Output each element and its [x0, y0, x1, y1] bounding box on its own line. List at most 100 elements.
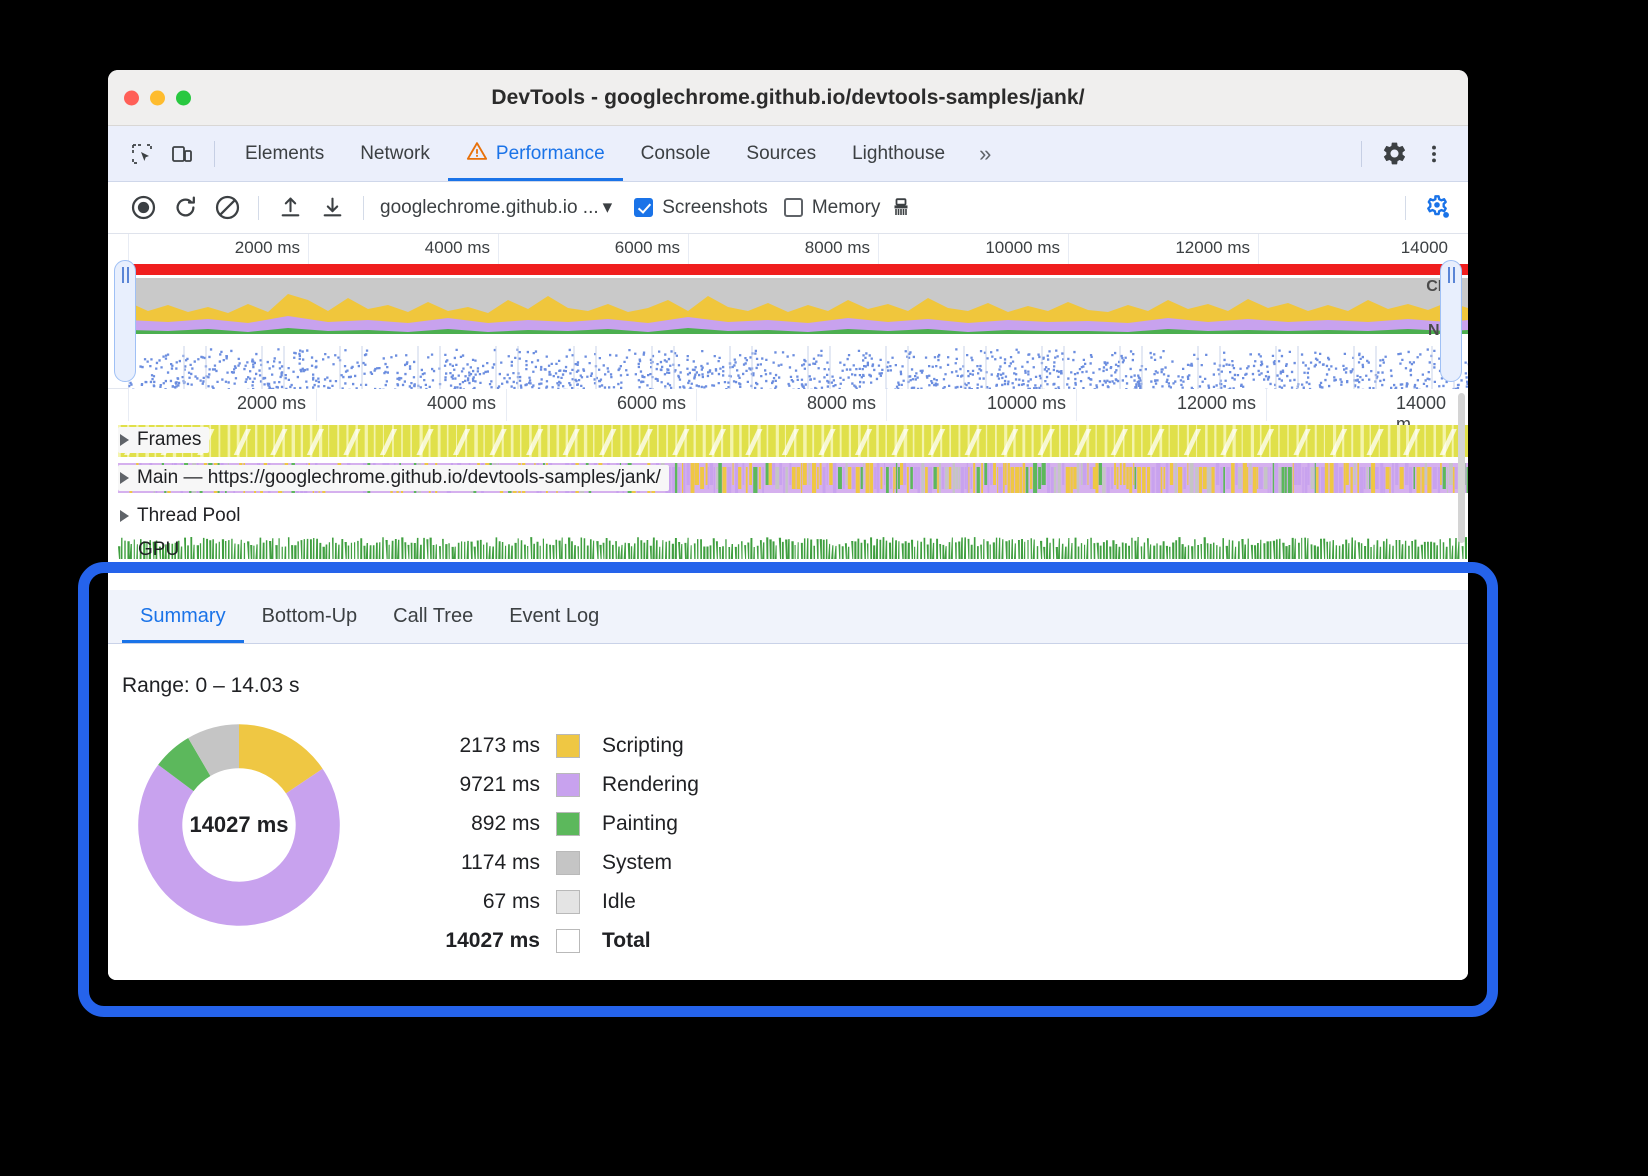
- capture-settings-gear-icon[interactable]: [1416, 190, 1458, 226]
- legend-label-idle: Idle: [580, 890, 636, 914]
- tracks-tick-4: 10000 ms: [987, 393, 1076, 414]
- tab-sources-label: Sources: [746, 143, 816, 165]
- activity-legend: 2173 ms Scripting 9721 ms Rendering 892 …: [436, 726, 699, 960]
- range-label: Range: 0 – 14.03 s: [108, 644, 1468, 698]
- track-main[interactable]: Main — https://googlechrome.github.io/de…: [108, 459, 1468, 497]
- track-thread-pool-label: Thread Pool: [137, 505, 241, 527]
- expand-triangle-icon[interactable]: [120, 472, 129, 484]
- tab-event-log-label: Event Log: [509, 605, 599, 628]
- clear-icon[interactable]: [206, 190, 248, 226]
- screenshots-checkbox-box[interactable]: [634, 198, 653, 217]
- legend-row-system[interactable]: 1174 ms System: [436, 843, 699, 882]
- legend-row-scripting[interactable]: 2173 ms Scripting: [436, 726, 699, 765]
- legend-label-scripting: Scripting: [580, 734, 684, 758]
- expand-triangle-icon[interactable]: [120, 434, 129, 446]
- frames-strip[interactable]: [118, 425, 1468, 457]
- more-vertical-icon[interactable]: [1414, 134, 1454, 174]
- screenshots-checkbox[interactable]: Screenshots: [634, 197, 768, 219]
- traffic-light-buttons[interactable]: [124, 90, 191, 105]
- legend-label-rendering: Rendering: [580, 773, 699, 797]
- performance-capture-toolbar: googlechrome.github.io ... ▾ Screenshots…: [108, 182, 1468, 234]
- tab-elements[interactable]: Elements: [227, 126, 342, 181]
- tracks-scrollbar-thumb[interactable]: [1458, 393, 1465, 543]
- inspect-element-icon[interactable]: [122, 134, 162, 174]
- legend-value-system: 1174 ms: [436, 851, 556, 875]
- tab-call-tree[interactable]: Call Tree: [375, 590, 491, 643]
- toolbar-divider: [214, 141, 215, 167]
- tab-sources[interactable]: Sources: [728, 126, 834, 181]
- legend-swatch-idle: [556, 890, 580, 914]
- url-selector[interactable]: googlechrome.github.io ... ▾: [374, 196, 618, 219]
- tab-network[interactable]: Network: [342, 126, 448, 181]
- overview-left-handle[interactable]: [114, 260, 136, 382]
- track-main-label: Main — https://googlechrome.github.io/de…: [137, 467, 661, 489]
- download-profile-icon[interactable]: [311, 190, 353, 226]
- screenshots-checkbox-label: Screenshots: [662, 197, 768, 219]
- track-main-title[interactable]: Main — https://googlechrome.github.io/de…: [118, 465, 669, 491]
- tab-bottom-up-label: Bottom-Up: [262, 605, 358, 628]
- track-frames[interactable]: Frames: [108, 421, 1468, 459]
- memory-checkbox[interactable]: Memory: [784, 197, 881, 219]
- tracks-tick-1: 4000 ms: [427, 393, 506, 414]
- track-thread-pool-title[interactable]: Thread Pool: [118, 503, 249, 529]
- summary-body: 14027 ms 2173 ms Scripting 9721 ms Rende…: [108, 698, 1468, 960]
- capture-toolbar-divider-2: [363, 196, 364, 220]
- track-thread-pool[interactable]: Thread Pool: [108, 497, 1468, 535]
- capture-toolbar-right: [1395, 190, 1468, 226]
- tab-performance[interactable]: Performance: [448, 126, 623, 181]
- cpu-activity-band: [128, 278, 1468, 340]
- memory-checkbox-box[interactable]: [784, 198, 803, 217]
- legend-row-painting[interactable]: 892 ms Painting: [436, 804, 699, 843]
- window-title: DevTools - googlechrome.github.io/devtoo…: [108, 86, 1468, 110]
- legend-swatch-scripting: [556, 734, 580, 758]
- track-gpu-label: GPU: [138, 539, 179, 561]
- zoom-window-button[interactable]: [176, 90, 191, 105]
- legend-row-rendering[interactable]: 9721 ms Rendering: [436, 765, 699, 804]
- activity-donut-chart[interactable]: 14027 ms: [134, 720, 344, 930]
- tab-summary[interactable]: Summary: [122, 590, 244, 643]
- expand-triangle-icon[interactable]: [120, 510, 129, 522]
- track-frames-title[interactable]: Frames: [118, 427, 209, 453]
- reload-and-record-icon[interactable]: [164, 190, 206, 226]
- gear-icon[interactable]: [1374, 134, 1414, 174]
- tab-bottom-up[interactable]: Bottom-Up: [244, 590, 376, 643]
- gpu-strip[interactable]: [118, 537, 1468, 559]
- legend-row-idle[interactable]: 67 ms Idle: [436, 882, 699, 921]
- tab-console[interactable]: Console: [623, 126, 729, 181]
- upload-profile-icon[interactable]: [269, 190, 311, 226]
- network-red-bar: [128, 264, 1468, 275]
- url-selector-label: googlechrome.github.io ...: [380, 197, 599, 219]
- overview-ruler: 2000 ms 4000 ms 6000 ms 8000 ms 10000 ms…: [108, 234, 1468, 264]
- donut-svg: [134, 720, 344, 930]
- collect-garbage-icon[interactable]: [880, 190, 922, 226]
- legend-swatch-total: [556, 929, 580, 953]
- tab-network-label: Network: [360, 143, 430, 165]
- record-icon[interactable]: [122, 190, 164, 226]
- devtools-panel-tabbar: Elements Network Performance: [108, 126, 1468, 182]
- legend-label-system: System: [580, 851, 672, 875]
- tab-event-log[interactable]: Event Log: [491, 590, 617, 643]
- track-gpu[interactable]: GPU: [108, 535, 1468, 565]
- panel-tabs: Elements Network Performance: [227, 126, 1007, 181]
- legend-value-rendering: 9721 ms: [436, 773, 556, 797]
- legend-value-total: 14027 ms: [436, 929, 556, 953]
- device-toolbar-icon[interactable]: [162, 134, 202, 174]
- minimize-window-button[interactable]: [150, 90, 165, 105]
- flame-chart-tracks[interactable]: 2000 ms 4000 ms 6000 ms 8000 ms 10000 ms…: [108, 389, 1468, 579]
- legend-row-total: 14027 ms Total: [436, 921, 699, 960]
- tracks-tick-2: 6000 ms: [617, 393, 696, 414]
- tracks-tick-3: 8000 ms: [807, 393, 886, 414]
- summary-pane: Summary Bottom-Up Call Tree Event Log Ra…: [108, 590, 1468, 980]
- tab-lighthouse[interactable]: Lighthouse: [834, 126, 963, 181]
- legend-label-total: Total: [580, 929, 651, 953]
- overview-tick-4: 10000 ms: [985, 238, 1068, 258]
- capture-toolbar-divider-3: [1405, 196, 1406, 220]
- close-window-button[interactable]: [124, 90, 139, 105]
- overview-tick-2: 6000 ms: [615, 238, 688, 258]
- tracks-ruler: 2000 ms 4000 ms 6000 ms 8000 ms 10000 ms…: [108, 389, 1468, 421]
- tab-call-tree-label: Call Tree: [393, 605, 473, 628]
- timeline-overview[interactable]: 2000 ms 4000 ms 6000 ms 8000 ms 10000 ms…: [108, 234, 1468, 389]
- more-tabs-icon[interactable]: »: [963, 126, 1007, 181]
- overview-right-handle[interactable]: [1440, 260, 1462, 382]
- donut-slice-rendering[interactable]: [138, 765, 340, 926]
